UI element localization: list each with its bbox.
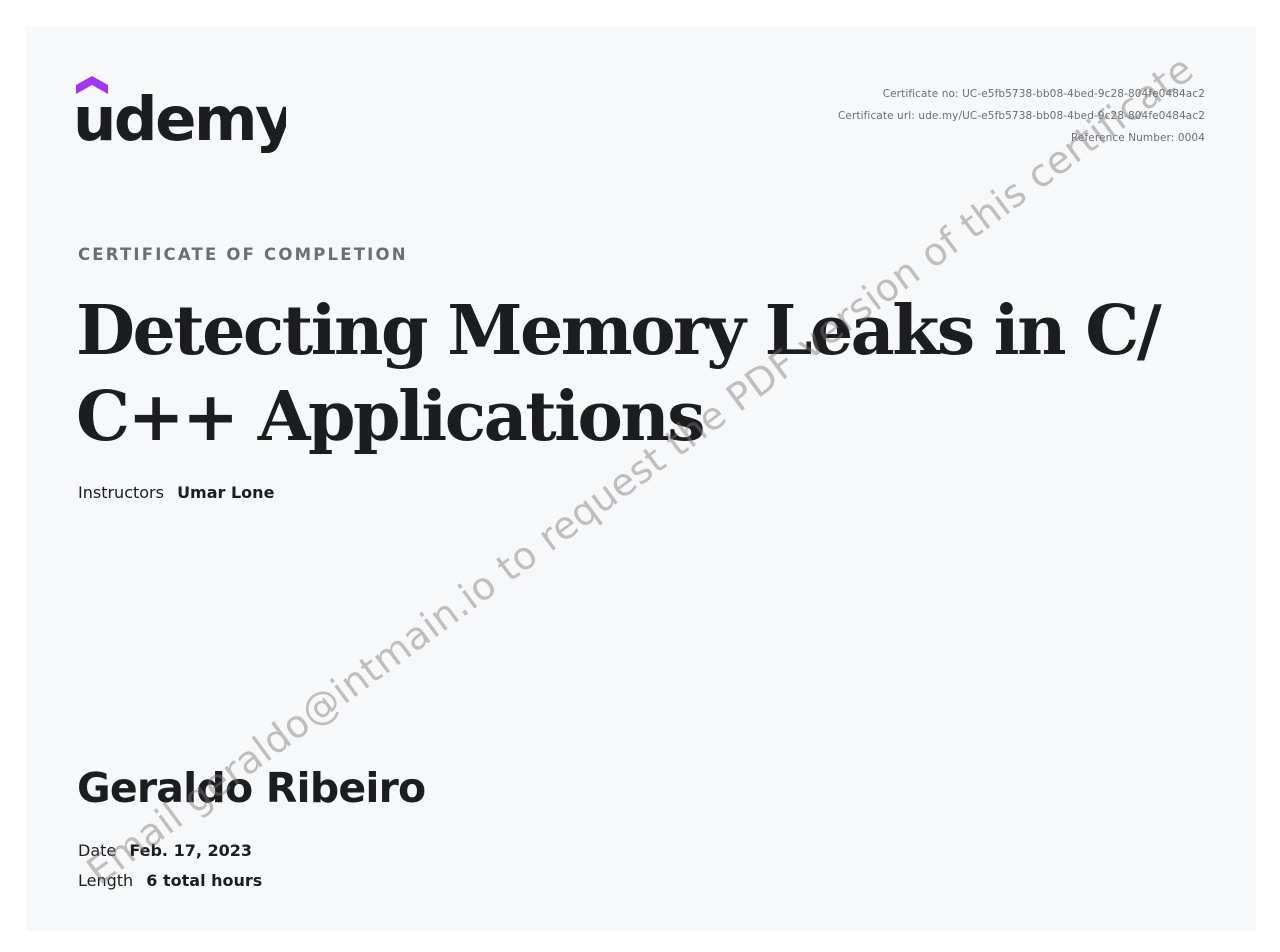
date-row: Date Feb. 17, 2023	[78, 841, 252, 860]
certificate-url[interactable]: Certificate url: ude.my/UC-e5fb5738-bb08…	[838, 105, 1205, 127]
recipient-name: Geraldo Ribeiro	[77, 764, 426, 812]
date-value: Feb. 17, 2023	[129, 841, 253, 860]
udemy-logo-text: udemy	[76, 84, 286, 155]
date-label: Date	[78, 841, 117, 860]
course-title-line-2: C++ Applications	[76, 377, 706, 457]
instructors-row: Instructors Umar Lone	[78, 483, 274, 502]
udemy-logo-icon: udemy	[76, 76, 286, 155]
udemy-logo[interactable]: udemy	[76, 76, 286, 158]
length-label: Length	[78, 871, 134, 890]
certificate-card: udemy Certificate no: UC-e5fb5738-bb08-4…	[26, 26, 1256, 931]
certificate-kicker: CERTIFICATE OF COMPLETION	[78, 245, 408, 264]
instructor-name: Umar Lone	[177, 483, 275, 502]
course-title-line-1: Detecting Memory Leaks in C/	[76, 291, 1162, 371]
course-title: Detecting Memory Leaks in C/ C++ Applica…	[76, 288, 1226, 460]
length-row: Length 6 total hours	[78, 871, 262, 890]
certificate-meta: Certificate no: UC-e5fb5738-bb08-4bed-9c…	[838, 83, 1205, 149]
certificate-number: Certificate no: UC-e5fb5738-bb08-4bed-9c…	[882, 88, 1205, 100]
length-value: 6 total hours	[146, 871, 263, 890]
instructors-label: Instructors	[78, 483, 164, 502]
reference-number: Reference Number: 0004	[1070, 132, 1205, 144]
